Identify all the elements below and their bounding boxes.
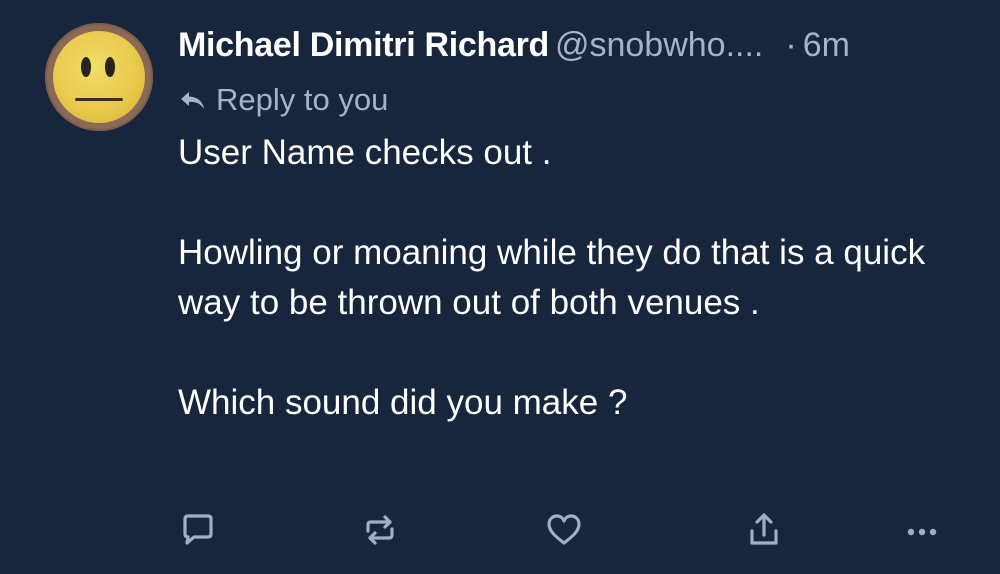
post-timestamp[interactable]: 6m bbox=[803, 26, 850, 64]
repost-button[interactable] bbox=[358, 508, 402, 552]
avatar-mouth bbox=[75, 98, 123, 101]
like-button[interactable] bbox=[542, 508, 586, 552]
repost-icon bbox=[366, 515, 394, 545]
avatar-right-eye bbox=[105, 57, 115, 77]
post-actions-bar bbox=[0, 500, 1000, 556]
share-icon bbox=[750, 513, 778, 545]
reply-post[interactable]: Michael Dimitri Richard @snobwho.... · 6m R… bbox=[0, 0, 1000, 574]
header-separator: · bbox=[785, 26, 797, 64]
post-header: Michael Dimitri Richard @snobwho.... · 6m bbox=[178, 22, 978, 72]
neutral-face-icon bbox=[53, 31, 145, 123]
heart-icon bbox=[547, 514, 581, 545]
author-handle[interactable]: @snobwho.... bbox=[555, 26, 763, 64]
reply-context-label: Reply to you bbox=[216, 82, 389, 117]
post-body: User Name checks out . Howling or moanin… bbox=[178, 128, 968, 428]
post-paragraph: User Name checks out . bbox=[178, 133, 552, 172]
more-icon bbox=[907, 528, 937, 536]
author-display-name[interactable]: Michael Dimitri Richard bbox=[178, 26, 549, 64]
post-paragraph: Which sound did you make ? bbox=[178, 383, 628, 422]
avatar-left-eye bbox=[81, 57, 91, 77]
share-button[interactable] bbox=[742, 508, 786, 552]
reply-context[interactable]: Reply to you bbox=[178, 78, 388, 122]
avatar[interactable] bbox=[45, 23, 153, 131]
comment-button[interactable] bbox=[176, 508, 220, 552]
comment-icon bbox=[183, 514, 213, 545]
reply-arrow-icon bbox=[181, 92, 204, 109]
more-options-button[interactable] bbox=[900, 508, 944, 552]
post-paragraph: Howling or moaning while they do that is… bbox=[178, 233, 926, 322]
